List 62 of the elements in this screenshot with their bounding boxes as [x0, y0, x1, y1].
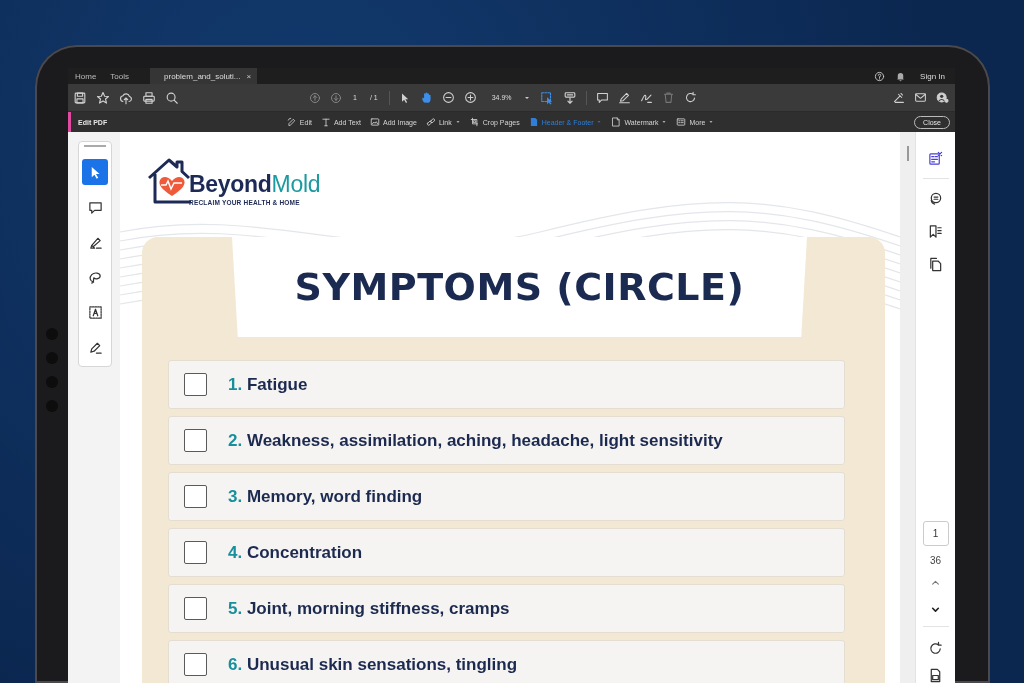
scroll-thumb[interactable] — [906, 146, 909, 161]
comment-icon — [928, 190, 943, 206]
print-icon[interactable] — [142, 90, 156, 105]
checkbox[interactable] — [184, 485, 207, 508]
lasso-icon — [87, 269, 103, 285]
hand-icon[interactable] — [419, 91, 433, 104]
copy-icon — [928, 256, 943, 272]
checkbox[interactable] — [184, 541, 207, 564]
edit-pdf-icon — [928, 150, 943, 166]
next-page-icon[interactable] — [330, 91, 342, 104]
fit-page-icon[interactable] — [928, 668, 943, 683]
checkbox[interactable] — [184, 653, 207, 676]
rotate-icon[interactable] — [928, 641, 943, 656]
page-title: SYMPTOMS (CIRCLE) — [294, 265, 745, 309]
comment-icon — [87, 199, 103, 215]
symptom-text: 3. Memory, word finding — [228, 486, 423, 507]
zoom-out-icon[interactable] — [441, 91, 455, 104]
tool-button[interactable] — [82, 159, 108, 185]
tab[interactable]: Tools — [103, 68, 137, 84]
save-icon[interactable] — [73, 90, 87, 105]
upload-icon[interactable] — [119, 90, 133, 105]
rotate-icon[interactable] — [683, 91, 697, 104]
image-icon — [370, 117, 381, 127]
stamp-icon[interactable] — [562, 90, 577, 105]
previous-page-icon[interactable] — [309, 91, 321, 104]
comment-icon[interactable] — [595, 91, 609, 104]
tab[interactable]: Home — [68, 68, 104, 84]
bell-icon[interactable] — [895, 70, 907, 82]
edit-icon — [286, 117, 297, 127]
sign-in-link[interactable]: Sign In — [920, 71, 945, 81]
profile-icon[interactable] — [936, 91, 949, 104]
symptom-text: 6. Unusual skin sensations, tingling — [228, 654, 518, 675]
search-icon[interactable] — [165, 90, 179, 105]
bookmark-icon — [928, 223, 943, 239]
trash-icon[interactable] — [661, 91, 675, 104]
checkbox[interactable] — [184, 373, 207, 396]
list-icon — [676, 117, 687, 127]
brand-name: BeyondMold — [189, 173, 321, 196]
select-area-icon[interactable] — [539, 90, 554, 105]
pen-icon[interactable] — [617, 91, 631, 104]
checkbox[interactable] — [184, 597, 207, 620]
help-icon[interactable] — [874, 70, 886, 82]
text-box-icon — [87, 304, 103, 320]
close-icon[interactable]: × — [246, 71, 252, 81]
text-icon — [320, 117, 331, 127]
page-icon — [528, 117, 539, 127]
star-icon[interactable] — [96, 90, 110, 105]
share-icon[interactable] — [892, 91, 905, 104]
page-icon — [611, 117, 622, 127]
zoom-in-icon[interactable] — [463, 91, 477, 104]
mail-icon[interactable] — [914, 91, 927, 104]
link-icon — [425, 117, 436, 127]
page-number-field[interactable]: 1 — [922, 521, 949, 546]
house-heart-icon — [147, 156, 191, 206]
symptom-text: 4. Concentration — [228, 542, 363, 563]
symptom-text: 1. Fatigue — [228, 374, 308, 395]
crop-icon — [469, 117, 480, 127]
tab[interactable]: problem_and_soluti... × — [150, 68, 258, 84]
symptom-text: 2. Weakness, assimilation, aching, headache, light sensitivity — [228, 430, 723, 451]
symptom-text: 5. Joint, morning stiffness, cramps — [228, 598, 510, 619]
page-count: 36 — [929, 555, 942, 566]
checkbox[interactable] — [184, 429, 207, 452]
